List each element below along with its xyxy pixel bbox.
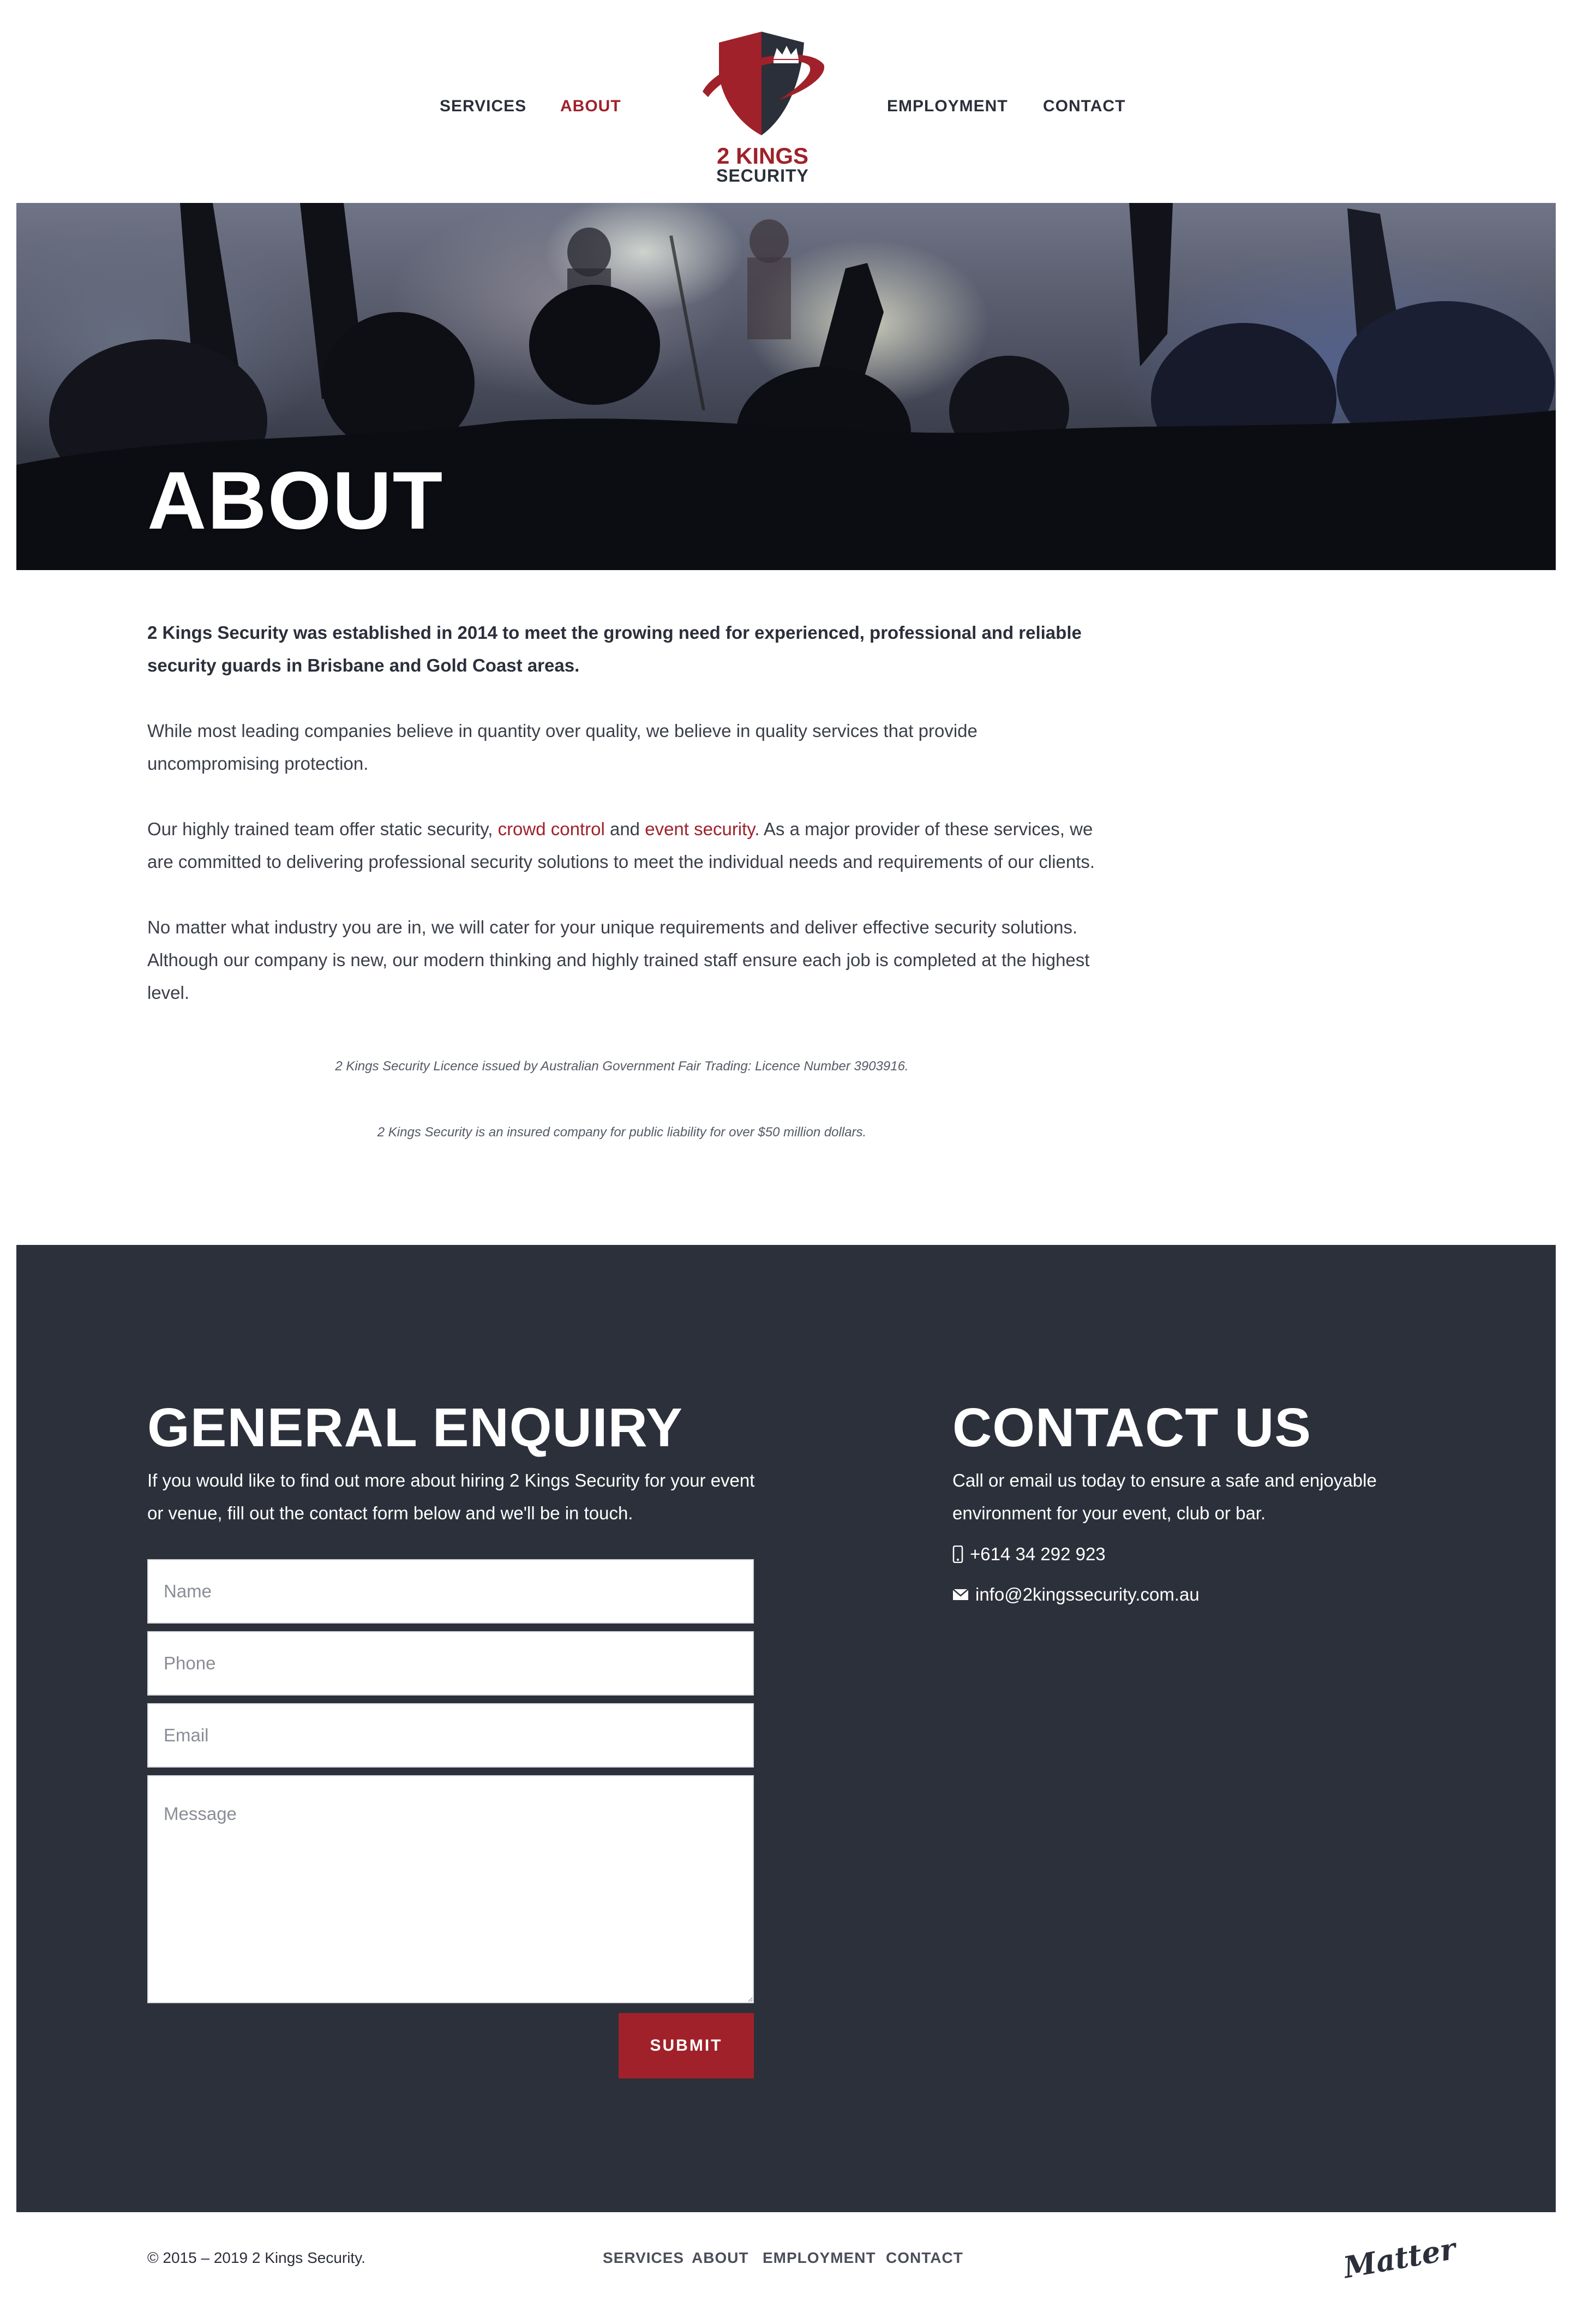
site-footer: © 2015 – 2019 2 Kings Security. SERVICES… (0, 2212, 1571, 2324)
paragraph-text: and (604, 819, 645, 839)
paragraph-quality: While most leading companies believe in … (147, 721, 978, 774)
nav-employment[interactable]: EMPLOYMENT (887, 97, 1008, 116)
matter-credit-logo[interactable]: Matter (1341, 2231, 1458, 2285)
contact-title: CONTACT US (952, 1397, 1312, 1458)
lead-paragraph: 2 Kings Security was established in 2014… (147, 622, 1082, 675)
site-logo[interactable]: 2 KINGS SECURITY (692, 26, 834, 190)
logo-text-primary: 2 KINGS (716, 143, 809, 169)
footer-nav-services[interactable]: SERVICES (603, 2249, 684, 2267)
crowd-control-link[interactable]: crowd control (498, 819, 605, 839)
about-content: 2 Kings Security was established in 2014… (147, 616, 1096, 1042)
copyright-text: © 2015 – 2019 2 Kings Security. (147, 2249, 365, 2266)
nav-contact[interactable]: CONTACT (1043, 97, 1125, 116)
contact-email[interactable]: info@2kingssecurity.com.au (952, 1584, 1200, 1605)
event-security-link[interactable]: event security (645, 819, 754, 839)
phone-number[interactable]: +614 34 292 923 (970, 1544, 1106, 1565)
enquiry-text: If you would like to find out more about… (147, 1470, 755, 1523)
page-title: ABOUT (147, 454, 444, 546)
insurance-note: 2 Kings Security is an insured company f… (377, 1125, 867, 1140)
contact-phone[interactable]: +614 34 292 923 (952, 1544, 1106, 1565)
paragraph-text: Our highly trained team offer static sec… (147, 819, 498, 839)
contact-text: Call or email us today to ensure a safe … (952, 1470, 1377, 1523)
licence-note: 2 Kings Security Licence issued by Austr… (335, 1059, 909, 1074)
footer-nav-contact[interactable]: CONTACT (886, 2249, 963, 2267)
submit-button[interactable]: SUBMIT (619, 2013, 754, 2079)
paragraph-services: Our highly trained team offer static sec… (147, 813, 1096, 878)
hero-banner: ABOUT (16, 203, 1556, 570)
footer-nav-employment[interactable]: EMPLOYMENT (763, 2249, 876, 2267)
footer-nav-about[interactable]: ABOUT (692, 2249, 749, 2267)
email-input[interactable] (147, 1703, 754, 1768)
phone-input[interactable] (147, 1631, 754, 1696)
logo-text-secondary: SECURITY (716, 166, 809, 185)
enquiry-title: GENERAL ENQUIRY (147, 1397, 683, 1458)
site-header: SERVICES ABOUT 2 KINGS SECURITY EMPLOYME… (0, 0, 1571, 203)
nav-about[interactable]: ABOUT (560, 97, 621, 116)
paragraph-industry: No matter what industry you are in, we w… (147, 917, 1090, 1003)
mobile-phone-icon (952, 1546, 963, 1563)
name-input[interactable] (147, 1559, 754, 1624)
enquiry-section: GENERAL ENQUIRY If you would like to fin… (16, 1245, 1556, 2212)
email-address[interactable]: info@2kingssecurity.com.au (975, 1584, 1200, 1605)
nav-services[interactable]: SERVICES (440, 97, 526, 116)
message-textarea[interactable] (147, 1775, 754, 2003)
shield-crown-logo-icon (703, 32, 825, 135)
envelope-icon (952, 1589, 969, 1600)
